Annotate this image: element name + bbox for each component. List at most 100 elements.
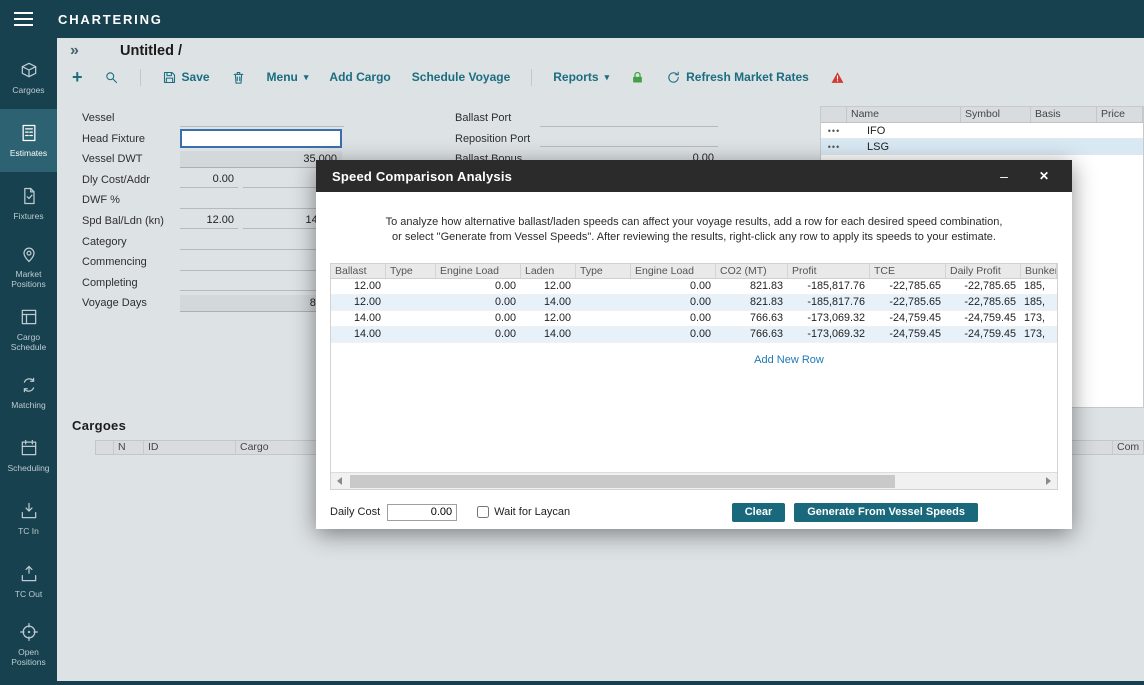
- commencing-label: Commencing: [82, 256, 180, 268]
- menu-label: Menu: [267, 70, 298, 84]
- grid-cell: -22,785.65: [870, 279, 946, 294]
- sidebar-item-estimates[interactable]: Estimates: [0, 109, 57, 172]
- lock-button[interactable]: [630, 70, 645, 85]
- column-header[interactable]: Engine Load: [631, 264, 716, 278]
- daily-cost-input[interactable]: [387, 504, 457, 521]
- reposition-port-input[interactable]: [540, 130, 718, 147]
- minimize-icon[interactable]: –: [992, 168, 1016, 184]
- column-header-id[interactable]: ID: [144, 441, 236, 454]
- new-estimate-button[interactable]: +: [72, 70, 83, 84]
- market-rate-row-lsg[interactable]: ••• LSG: [821, 139, 1143, 155]
- grid-cell: -24,759.45: [870, 311, 946, 326]
- schedule-voyage-button[interactable]: Schedule Voyage: [412, 70, 510, 84]
- sidebar-item-label: Estimates: [8, 148, 49, 158]
- grid-cell: 12.00: [521, 279, 576, 294]
- sidebar-item-matching[interactable]: Matching: [0, 361, 57, 424]
- horizontal-scrollbar[interactable]: [331, 472, 1057, 489]
- reports-dropdown[interactable]: Reports ▾: [553, 70, 609, 84]
- grid-cell: -24,759.45: [870, 327, 946, 342]
- dly-cost-input[interactable]: [180, 171, 238, 188]
- column-header[interactable]: Daily Profit: [946, 264, 1021, 278]
- grid-cell: 14.00: [521, 327, 576, 342]
- menu-dropdown[interactable]: Menu ▾: [267, 70, 309, 84]
- wait-for-laycan-checkbox[interactable]: [477, 506, 489, 518]
- add-new-row-link[interactable]: Add New Row: [754, 354, 824, 366]
- modal-controls: Daily Cost Wait for Laycan Clear Generat…: [330, 501, 1058, 523]
- sidebar-item-label: Scheduling: [5, 463, 51, 473]
- sidebar-item-label: Matching: [9, 400, 48, 410]
- column-header[interactable]: Type: [576, 264, 631, 278]
- head-fixture-input[interactable]: [180, 129, 342, 148]
- dly-cost-addr-label: Dly Cost/Addr: [82, 174, 180, 186]
- hamburger-menu-icon[interactable]: [14, 12, 44, 26]
- grid-row[interactable]: 14.00 0.00 12.00 0.00 766.63 -173,069.32…: [331, 311, 1057, 327]
- scroll-left-icon[interactable]: [331, 473, 348, 490]
- market-rates-header-row: Name Symbol Basis Price: [821, 107, 1143, 123]
- column-header[interactable]: Engine Load: [436, 264, 521, 278]
- expand-panel-icon[interactable]: »: [70, 42, 79, 60]
- close-icon[interactable]: ✕: [1032, 169, 1056, 183]
- modal-header[interactable]: Speed Comparison Analysis – ✕: [316, 160, 1072, 192]
- column-header[interactable]: Ballast: [331, 264, 386, 278]
- market-rates-handle-column: [821, 107, 847, 122]
- sidebar-item-tc-in[interactable]: TC In: [0, 487, 57, 550]
- validation-warning-button[interactable]: [830, 70, 845, 85]
- refresh-market-rates-button[interactable]: Refresh Market Rates: [666, 70, 809, 85]
- column-header-basis[interactable]: Basis: [1031, 107, 1097, 122]
- sidebar-item-cargoes[interactable]: Cargoes: [0, 46, 57, 109]
- grid-cell: 173,: [1021, 327, 1057, 342]
- grid-cell: 0.00: [436, 327, 521, 342]
- grid-cell: 12.00: [521, 311, 576, 326]
- grid-cell: -173,069.32: [788, 327, 870, 342]
- estimates-icon: [19, 123, 39, 143]
- vessel-input[interactable]: [180, 110, 344, 127]
- column-header-com[interactable]: Com: [1113, 441, 1143, 454]
- scroll-right-icon[interactable]: [1040, 473, 1057, 490]
- delete-button[interactable]: [231, 70, 246, 85]
- row-menu-icon[interactable]: •••: [821, 126, 847, 136]
- column-header[interactable]: CO2 (MT): [716, 264, 788, 278]
- grid-cell: -24,759.45: [946, 327, 1021, 342]
- grid-cell: 0.00: [436, 279, 521, 294]
- generate-from-vessel-speeds-button[interactable]: Generate From Vessel Speeds: [794, 503, 978, 522]
- add-cargo-button[interactable]: Add Cargo: [329, 70, 390, 84]
- column-header[interactable]: Profit: [788, 264, 870, 278]
- column-header-name[interactable]: Name: [847, 107, 961, 122]
- ballast-port-input[interactable]: [540, 110, 718, 127]
- lock-icon: [630, 70, 645, 85]
- refresh-icon: [666, 70, 681, 85]
- column-header-n[interactable]: N: [114, 441, 144, 454]
- sidebar-item-fixtures[interactable]: Fixtures: [0, 172, 57, 235]
- grid-cell: -185,817.76: [788, 295, 870, 310]
- scrollbar-thumb[interactable]: [350, 475, 895, 488]
- column-header[interactable]: Type: [386, 264, 436, 278]
- completing-label: Completing: [82, 277, 180, 289]
- sidebar-item-market-positions[interactable]: Market Positions: [0, 235, 57, 298]
- grid-row[interactable]: 12.00 0.00 12.00 0.00 821.83 -185,817.76…: [331, 279, 1057, 295]
- sidebar-item-cargo-schedule[interactable]: Cargo Schedule: [0, 298, 57, 361]
- sidebar-item-open-positions[interactable]: Open Positions: [0, 613, 57, 676]
- search-button[interactable]: [104, 70, 119, 85]
- row-menu-icon[interactable]: •••: [821, 142, 847, 152]
- save-label: Save: [182, 70, 210, 84]
- speed-ballast-input[interactable]: [180, 212, 238, 229]
- fuel-name: IFO: [847, 125, 961, 137]
- grid-row[interactable]: 14.00 0.00 14.00 0.00 766.63 -173,069.32…: [331, 327, 1057, 343]
- save-button[interactable]: Save: [162, 70, 210, 85]
- grid-row[interactable]: 12.00 0.00 14.00 0.00 821.83 -185,817.76…: [331, 295, 1057, 311]
- grid-cell: 173,: [1021, 311, 1057, 326]
- column-header-symbol[interactable]: Symbol: [961, 107, 1031, 122]
- market-rate-row-ifo[interactable]: ••• IFO: [821, 123, 1143, 139]
- voyage-days-value: 8.1: [180, 295, 330, 312]
- column-header-price[interactable]: Price: [1097, 107, 1143, 122]
- column-header[interactable]: TCE: [870, 264, 946, 278]
- grid-cell: 14.00: [331, 311, 386, 326]
- column-header[interactable]: Laden: [521, 264, 576, 278]
- top-bar: CHARTERING: [0, 0, 1144, 38]
- column-header[interactable]: Bunker: [1021, 264, 1057, 278]
- clear-button[interactable]: Clear: [732, 503, 786, 522]
- sidebar-item-scheduling[interactable]: Scheduling: [0, 424, 57, 487]
- speed-comparison-modal: Speed Comparison Analysis – ✕ To analyze…: [316, 160, 1072, 529]
- sidebar-item-tc-out[interactable]: TC Out: [0, 550, 57, 613]
- voyage-days-label: Voyage Days: [82, 297, 180, 309]
